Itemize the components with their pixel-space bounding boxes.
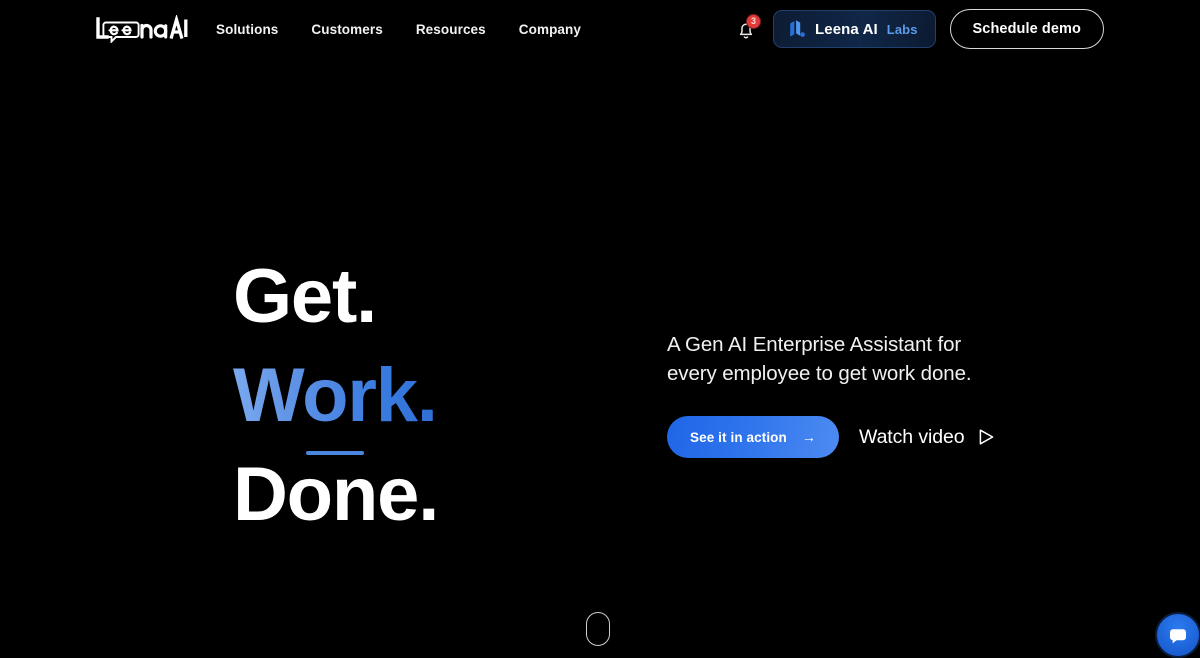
hero-subheading: A Gen AI Enterprise Assistant for every … <box>667 333 972 386</box>
headline-line-1: Get. <box>233 254 377 339</box>
chat-bubble-icon[interactable] <box>1155 612 1200 658</box>
hero-section: Get. Work. Done. A Gen AI Enterprise Ass… <box>0 0 1200 658</box>
watch-video-label: Watch video <box>858 425 965 448</box>
headline-line-2: Work. <box>233 352 438 438</box>
headline-line-3: Done. <box>233 451 439 537</box>
see-it-in-action-label: See it in action <box>690 429 787 445</box>
scroll-down-mouse-icon[interactable] <box>586 612 610 646</box>
see-it-in-action-button[interactable]: See it in action → <box>667 416 839 458</box>
hero-headline: Get. Work. Done. <box>233 248 439 544</box>
headline-line-2-wrap: Work. <box>233 347 438 455</box>
hero-cta-row: See it in action → Watch video <box>667 416 995 458</box>
watch-video-button[interactable]: Watch video <box>859 426 995 449</box>
arrow-right-icon: → <box>801 429 816 445</box>
play-triangle-icon <box>980 429 994 445</box>
